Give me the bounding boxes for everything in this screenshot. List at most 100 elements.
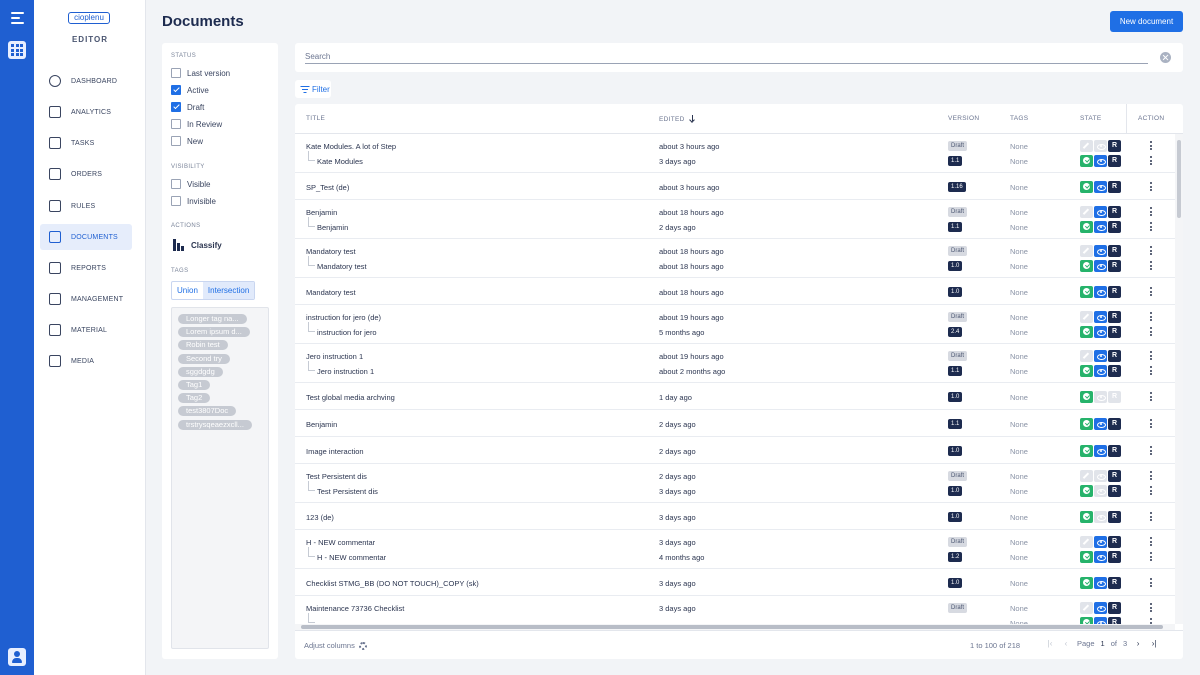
tag-chip[interactable]: Lorem ipsum d... xyxy=(178,327,250,338)
published-check-icon[interactable] xyxy=(1080,181,1093,193)
published-check-icon[interactable] xyxy=(1080,577,1093,589)
edit-icon[interactable] xyxy=(1080,206,1093,218)
more-actions-icon[interactable] xyxy=(1150,261,1153,270)
visibility-eye-icon[interactable] xyxy=(1094,206,1107,218)
more-actions-icon[interactable] xyxy=(1150,552,1153,561)
more-actions-icon[interactable] xyxy=(1150,366,1153,375)
review-r-icon[interactable]: R xyxy=(1108,485,1121,497)
checkbox[interactable] xyxy=(171,102,181,112)
visibility-eye-icon[interactable] xyxy=(1094,536,1107,548)
visibility-eye-icon[interactable] xyxy=(1094,181,1107,193)
checkbox[interactable] xyxy=(171,85,181,95)
user-icon[interactable] xyxy=(8,648,26,666)
checkbox[interactable] xyxy=(171,119,181,129)
review-r-icon[interactable]: R xyxy=(1108,551,1121,563)
published-check-icon[interactable] xyxy=(1080,286,1093,298)
table-row[interactable]: Maintenance 73736 Checklist 3 days ago Dra… xyxy=(295,596,1175,624)
sidebar-item-orders[interactable]: ORDERS xyxy=(40,161,132,187)
table-row[interactable]: Jero instruction 1 about 19 hours ago Draf… xyxy=(295,344,1175,383)
column-edited[interactable]: EDITED xyxy=(659,115,695,123)
first-page-icon[interactable]: |‹ xyxy=(1045,639,1055,648)
review-r-icon[interactable]: R xyxy=(1108,391,1121,403)
sidebar-item-documents[interactable]: DOCUMENTS xyxy=(40,224,132,250)
review-r-icon[interactable]: R xyxy=(1108,445,1121,457)
document-title[interactable]: SP_Test (de) xyxy=(306,183,349,192)
sidebar-item-rules[interactable]: RULES xyxy=(40,193,132,219)
document-version-title[interactable]: instruction for jero xyxy=(306,322,377,337)
published-check-icon[interactable] xyxy=(1080,221,1093,233)
visibility-eye-icon[interactable] xyxy=(1094,551,1107,563)
published-check-icon[interactable] xyxy=(1080,485,1093,497)
review-r-icon[interactable]: R xyxy=(1108,260,1121,272)
sidebar-item-reports[interactable]: REPORTS xyxy=(40,255,132,281)
published-check-icon[interactable] xyxy=(1080,365,1093,377)
visibility-filter-invisible[interactable]: Invisible xyxy=(171,196,216,206)
document-title[interactable]: H - NEW commentar xyxy=(306,538,375,547)
table-row[interactable]: Mandatory test about 18 hours ago 1.0 None R xyxy=(295,278,1175,305)
status-filter-in-review[interactable]: In Review xyxy=(171,119,222,129)
visibility-eye-icon[interactable] xyxy=(1094,311,1107,323)
column-state[interactable]: STATE xyxy=(1080,115,1101,122)
more-actions-icon[interactable] xyxy=(1150,486,1153,495)
review-r-icon[interactable]: R xyxy=(1108,311,1121,323)
published-check-icon[interactable] xyxy=(1080,617,1093,624)
more-actions-icon[interactable] xyxy=(1150,141,1153,150)
more-actions-icon[interactable] xyxy=(1150,156,1153,165)
column-title[interactable]: TITLE xyxy=(306,115,325,122)
more-actions-icon[interactable] xyxy=(1150,419,1153,428)
document-title[interactable]: Test global media archving xyxy=(306,393,395,402)
visibility-eye-icon[interactable] xyxy=(1094,418,1107,430)
table-row[interactable]: Test global media archving 1 day ago 1.0 No… xyxy=(295,383,1175,410)
edit-icon[interactable] xyxy=(1080,602,1093,614)
review-r-icon[interactable]: R xyxy=(1108,350,1121,362)
visibility-eye-icon[interactable] xyxy=(1094,350,1107,362)
search-input[interactable] xyxy=(305,50,1148,64)
edit-icon[interactable] xyxy=(1080,245,1093,257)
review-r-icon[interactable]: R xyxy=(1108,577,1121,589)
table-row[interactable]: instruction for jero (de) about 19 hours … xyxy=(295,305,1175,344)
more-actions-icon[interactable] xyxy=(1150,207,1153,216)
table-row[interactable]: Kate Modules. A lot of Step about 3 hours… xyxy=(295,134,1175,173)
document-version-title[interactable]: Test Persistent dis xyxy=(306,481,378,496)
tag-chip[interactable]: Longer tag na... xyxy=(178,314,247,324)
previous-page-icon[interactable]: ‹ xyxy=(1061,639,1071,648)
new-document-button[interactable]: New document xyxy=(1110,11,1183,32)
edit-icon[interactable] xyxy=(1080,350,1093,362)
visibility-eye-icon[interactable] xyxy=(1094,470,1107,482)
visibility-eye-icon[interactable] xyxy=(1094,140,1107,152)
checkbox[interactable] xyxy=(171,179,181,189)
vertical-scroll-thumb[interactable] xyxy=(1177,140,1181,218)
document-title[interactable]: Image interaction xyxy=(306,447,364,456)
visibility-eye-icon[interactable] xyxy=(1094,577,1107,589)
clear-search-icon[interactable] xyxy=(1160,52,1171,63)
document-title[interactable]: 123 (de) xyxy=(306,513,334,522)
published-check-icon[interactable] xyxy=(1080,391,1093,403)
status-filter-last-version[interactable]: Last version xyxy=(171,68,230,78)
published-check-icon[interactable] xyxy=(1080,551,1093,563)
review-r-icon[interactable]: R xyxy=(1108,140,1121,152)
status-filter-new[interactable]: New xyxy=(171,136,203,146)
published-check-icon[interactable] xyxy=(1080,445,1093,457)
sidebar-item-analytics[interactable]: ANALYTICS xyxy=(40,99,132,125)
sidebar-item-media[interactable]: MEDIA xyxy=(40,348,132,374)
table-row[interactable]: Benjamin about 18 hours ago Draft None R Benj… xyxy=(295,200,1175,239)
tag-chip[interactable]: sggdgdg xyxy=(178,366,223,377)
intersection-button[interactable]: Intersection xyxy=(202,282,255,299)
more-actions-icon[interactable] xyxy=(1150,312,1153,321)
document-version-title[interactable]: H - NEW commentar xyxy=(306,547,386,562)
more-actions-icon[interactable] xyxy=(1150,246,1153,255)
visibility-eye-icon[interactable] xyxy=(1094,260,1107,272)
edit-icon[interactable] xyxy=(1080,140,1093,152)
column-version[interactable]: VERSION xyxy=(948,115,979,122)
table-row[interactable]: 123 (de) 3 days ago 1.0 None R xyxy=(295,503,1175,530)
adjust-columns-button[interactable]: Adjust columns xyxy=(304,641,367,650)
edit-icon[interactable] xyxy=(1080,536,1093,548)
visibility-eye-icon[interactable] xyxy=(1094,365,1107,377)
table-row[interactable]: Checklist STMG_BB (DO NOT TOUCH)_COPY (s… xyxy=(295,569,1175,596)
more-actions-icon[interactable] xyxy=(1150,537,1153,546)
published-check-icon[interactable] xyxy=(1080,326,1093,338)
visibility-eye-icon[interactable] xyxy=(1094,617,1107,624)
more-actions-icon[interactable] xyxy=(1150,287,1153,296)
status-filter-active[interactable]: Active xyxy=(171,85,209,95)
tag-chip[interactable]: test3807Doc xyxy=(178,406,237,417)
